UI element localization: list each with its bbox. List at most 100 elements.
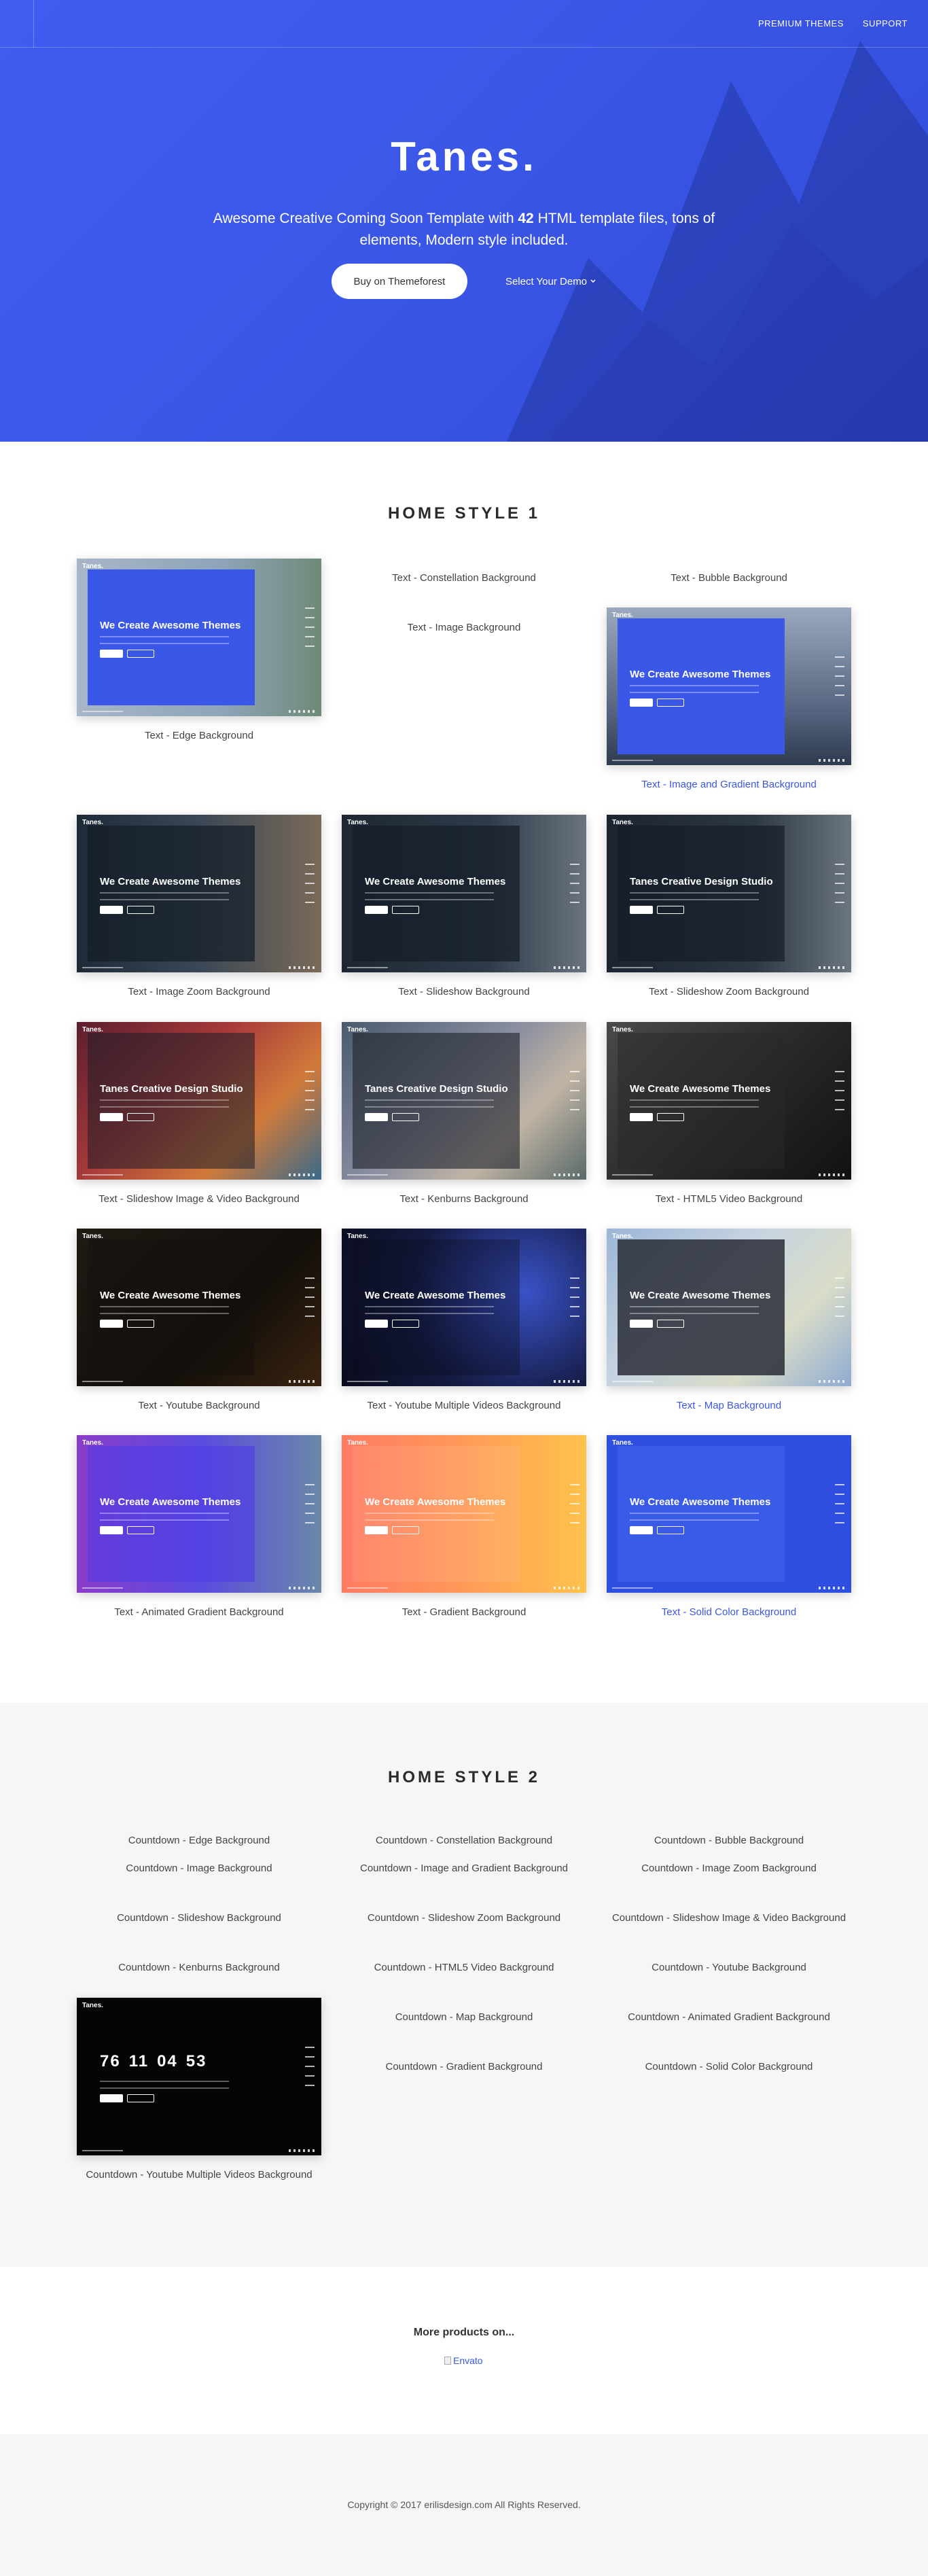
demo-thumbnail-text-image-gradient[interactable]: Tanes. We Create Awesome Themes	[607, 607, 851, 765]
demo-thumbnail-text-image-zoom[interactable]: Tanes. We Create Awesome Themes	[77, 815, 321, 972]
demo-link-text-animated-gradient[interactable]: Text - Animated Gradient Background	[77, 1606, 321, 1618]
demo-thumbnail-text-slideshow-zoom[interactable]: Tanes. Tanes Creative Design Studio	[607, 815, 851, 972]
chevron-down-icon	[590, 279, 596, 283]
nav-link-support[interactable]: SUPPORT	[863, 18, 908, 29]
thumb-logo: Tanes.	[612, 819, 633, 826]
thumb-heading: We Create Awesome Themes	[630, 669, 771, 680]
demo-thumbnail-text-youtube-multiple[interactable]: Tanes. We Create Awesome Themes	[342, 1229, 586, 1386]
thumb-heading: We Create Awesome Themes	[365, 1290, 506, 1301]
thumb-logo: Tanes.	[82, 819, 103, 826]
demo-link-countdown-html5-video[interactable]: Countdown - HTML5 Video Background	[342, 1962, 586, 1973]
demo-link-text-constellation[interactable]: Text - Constellation Background	[342, 572, 586, 584]
thumb-logo: Tanes.	[347, 819, 368, 826]
demo-link-text-image-zoom[interactable]: Text - Image Zoom Background	[77, 986, 321, 998]
hero-template-count: 42	[518, 211, 534, 226]
demo-link-text-slideshow-image-video[interactable]: Text - Slideshow Image & Video Backgroun…	[70, 1193, 328, 1205]
thumb-heading: We Create Awesome Themes	[100, 1496, 241, 1508]
thumb-logo: Tanes.	[347, 1439, 368, 1447]
thumb-logo: Tanes.	[612, 612, 633, 619]
demo-thumbnail-text-slideshow-image-video[interactable]: Tanes. Tanes Creative Design Studio	[77, 1022, 321, 1180]
demo-thumbnail-text-gradient[interactable]: Tanes. We Create Awesome Themes	[342, 1435, 586, 1593]
demo-link-countdown-youtube[interactable]: Countdown - Youtube Background	[607, 1962, 851, 1973]
demo-thumbnail-text-slideshow[interactable]: Tanes. We Create Awesome Themes	[342, 815, 586, 972]
hero-description: Awesome Creative Coming Soon Template wi…	[204, 208, 724, 251]
demo-link-text-image-gradient[interactable]: Text - Image and Gradient Background	[600, 779, 858, 790]
demo-thumbnail-text-solid-color[interactable]: Tanes. We Create Awesome Themes	[607, 1435, 851, 1593]
thumb-logo: Tanes.	[82, 1233, 103, 1240]
demo-link-countdown-constellation[interactable]: Countdown - Constellation Background	[342, 1835, 586, 1846]
hero-actions: Buy on Themeforest Select Your Demo	[0, 264, 928, 299]
thumb-heading: We Create Awesome Themes	[100, 1290, 241, 1301]
demo-link-text-solid-color[interactable]: Text - Solid Color Background	[607, 1606, 851, 1618]
demo-link-countdown-solid-color[interactable]: Countdown - Solid Color Background	[607, 2061, 851, 2072]
home-style-2-title: HOME STYLE 2	[387, 1768, 541, 1786]
demo-link-countdown-animated-gradient[interactable]: Countdown - Animated Gradient Background	[607, 2011, 851, 2023]
countdown-seconds: 53	[185, 2052, 207, 2070]
demo-link-countdown-image-zoom[interactable]: Countdown - Image Zoom Background	[607, 1863, 851, 1874]
thumb-heading: Tanes Creative Design Studio	[100, 1083, 243, 1095]
demo-link-text-bubble[interactable]: Text - Bubble Background	[607, 572, 851, 584]
demo-thumbnail-text-map[interactable]: Tanes. We Create Awesome Themes	[607, 1229, 851, 1386]
demo-thumbnail-text-youtube[interactable]: Tanes. We Create Awesome Themes	[77, 1229, 321, 1386]
home-style-1-title: HOME STYLE 1	[387, 504, 541, 523]
top-nav: PREMIUM THEMES SUPPORT	[758, 18, 908, 29]
thumb-logo: Tanes.	[82, 563, 103, 570]
hero-title: Tanes.	[391, 134, 537, 179]
demo-link-text-youtube[interactable]: Text - Youtube Background	[77, 1400, 321, 1411]
thumb-logo: Tanes.	[347, 1233, 368, 1240]
demo-link-text-gradient[interactable]: Text - Gradient Background	[342, 1606, 586, 1618]
footer: Copyright © 2017 erilisdesign.com All Ri…	[0, 2434, 928, 2576]
nav-corner-divider	[0, 0, 34, 48]
countdown-minutes: 04	[157, 2052, 178, 2070]
demo-thumbnail-text-html5-video[interactable]: Tanes. We Create Awesome Themes	[607, 1022, 851, 1180]
demo-link-text-image[interactable]: Text - Image Background	[342, 622, 586, 633]
demo-link-text-youtube-multiple[interactable]: Text - Youtube Multiple Videos Backgroun…	[335, 1400, 593, 1411]
hero-desc-text: Awesome Creative Coming Soon Template wi…	[213, 211, 518, 226]
nav-link-premium-themes[interactable]: PREMIUM THEMES	[758, 18, 844, 29]
countdown-hours: 11	[128, 2052, 149, 2070]
demo-link-text-kenburns[interactable]: Text - Kenburns Background	[342, 1193, 586, 1205]
demo-link-text-html5-video[interactable]: Text - HTML5 Video Background	[607, 1193, 851, 1205]
demo-thumbnail-countdown-youtube-multiple[interactable]: Tanes. 76 11 04 53	[77, 1998, 321, 2155]
demo-link-countdown-slideshow-zoom[interactable]: Countdown - Slideshow Zoom Background	[342, 1912, 586, 1924]
demo-link-countdown-image[interactable]: Countdown - Image Background	[77, 1863, 321, 1874]
demo-link-countdown-slideshow[interactable]: Countdown - Slideshow Background	[77, 1912, 321, 1924]
demo-link-countdown-slideshow-image-video[interactable]: Countdown - Slideshow Image & Video Back…	[600, 1912, 858, 1924]
countdown-timer: 76 11 04 53	[100, 2052, 215, 2071]
demo-thumbnail-text-edge[interactable]: Tanes. We Create Awesome Themes	[77, 559, 321, 716]
hero-section: PREMIUM THEMES SUPPORT Tanes. Awesome Cr…	[0, 0, 928, 442]
countdown-days: 76	[100, 2052, 121, 2070]
thumb-logo: Tanes.	[82, 1439, 103, 1447]
demo-thumbnail-text-kenburns[interactable]: Tanes. Tanes Creative Design Studio	[342, 1022, 586, 1180]
thumb-logo: Tanes.	[612, 1439, 633, 1447]
demo-link-countdown-image-gradient[interactable]: Countdown - Image and Gradient Backgroun…	[335, 1863, 593, 1874]
broken-image-icon	[444, 2357, 451, 2365]
thumb-logo: Tanes.	[347, 1026, 368, 1034]
select-demo-dropdown[interactable]: Select Your Demo	[505, 276, 596, 287]
demo-link-countdown-gradient[interactable]: Countdown - Gradient Background	[342, 2061, 586, 2072]
more-products-title: More products on...	[413, 2327, 515, 2338]
demo-thumbnail-text-animated-gradient[interactable]: Tanes. We Create Awesome Themes	[77, 1435, 321, 1593]
demo-link-countdown-map[interactable]: Countdown - Map Background	[342, 2011, 586, 2023]
thumb-logo: Tanes.	[82, 1026, 103, 1034]
demo-link-countdown-kenburns[interactable]: Countdown - Kenburns Background	[77, 1962, 321, 1973]
demo-link-countdown-edge[interactable]: Countdown - Edge Background	[77, 1835, 321, 1846]
thumb-heading: Tanes Creative Design Studio	[365, 1083, 508, 1095]
buy-on-themeforest-button[interactable]: Buy on Themeforest	[331, 264, 467, 299]
thumb-heading: We Create Awesome Themes	[630, 1290, 771, 1301]
demo-link-text-map[interactable]: Text - Map Background	[607, 1400, 851, 1411]
demo-link-countdown-bubble[interactable]: Countdown - Bubble Background	[607, 1835, 851, 1846]
select-demo-label: Select Your Demo	[505, 275, 588, 287]
demo-link-text-slideshow-zoom[interactable]: Text - Slideshow Zoom Background	[607, 986, 851, 998]
demo-link-countdown-youtube-multiple[interactable]: Countdown - Youtube Multiple Videos Back…	[70, 2169, 328, 2181]
envato-link[interactable]: Envato	[444, 2355, 483, 2366]
thumb-heading: We Create Awesome Themes	[365, 876, 506, 887]
home-style-2-section	[0, 1703, 928, 2267]
top-navigation-bar: PREMIUM THEMES SUPPORT	[0, 0, 928, 48]
thumb-heading: We Create Awesome Themes	[365, 1496, 506, 1508]
copyright-text: Copyright © 2017 erilisdesign.com All Ri…	[347, 2499, 581, 2510]
demo-link-text-edge[interactable]: Text - Edge Background	[77, 730, 321, 741]
envato-alt-text: Envato	[453, 2355, 483, 2366]
thumb-logo: Tanes.	[612, 1026, 633, 1034]
demo-link-text-slideshow[interactable]: Text - Slideshow Background	[342, 986, 586, 998]
